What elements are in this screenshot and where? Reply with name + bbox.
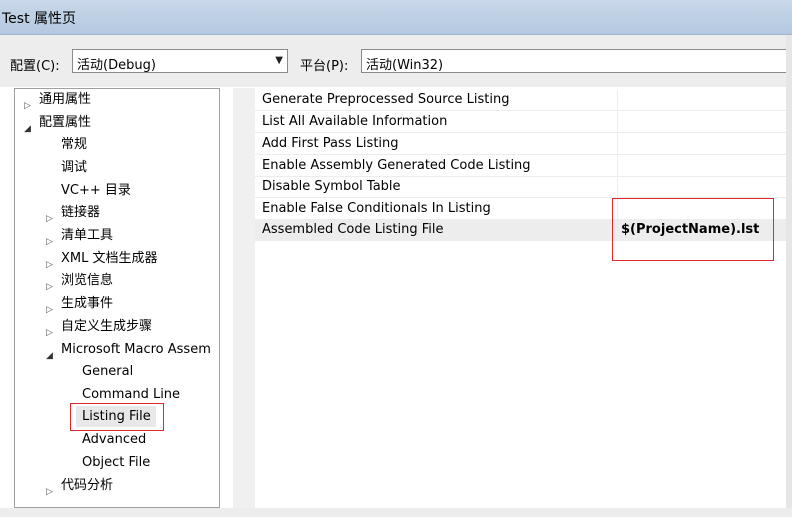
window-right-edge — [786, 35, 792, 517]
expand-arrow-icon[interactable]: ▷ — [24, 96, 31, 117]
column-separator — [617, 155, 618, 177]
column-separator — [617, 133, 618, 155]
tree-item-label: 配置属性 — [39, 115, 92, 130]
tree-item-label: Listing File — [82, 409, 151, 424]
expand-arrow-icon[interactable]: ▷ — [46, 277, 53, 298]
config-label: 配置(C): — [10, 59, 60, 74]
property-name: Enable False Conditionals In Listing — [262, 201, 491, 216]
config-dropdown[interactable]: 活动(Debug) ▼ — [72, 49, 288, 73]
tree-item-label: XML 文档生成器 — [61, 251, 158, 266]
tree-item-label: 常规 — [61, 137, 88, 152]
tree-item-label: 调试 — [61, 160, 88, 175]
property-row[interactable]: Add First Pass Listing — [255, 133, 792, 155]
expand-arrow-icon[interactable]: ▷ — [46, 482, 53, 503]
property-name: List All Available Information — [262, 114, 448, 129]
property-name: Generate Preprocessed Source Listing — [262, 92, 510, 107]
tree-item-label: 生成事件 — [61, 296, 114, 311]
platform-dropdown[interactable]: 活动(Win32) — [361, 49, 792, 73]
tree-item-label: Advanced — [82, 432, 147, 447]
tree-item-vc-directories[interactable]: VC++ 目录 — [61, 180, 131, 201]
tree-item-label: 自定义生成步骤 — [61, 319, 153, 334]
expand-arrow-icon[interactable]: ▷ — [46, 255, 53, 276]
tree-item-masm-advanced[interactable]: Advanced — [82, 429, 146, 450]
title-bar: Test 属性页 — [0, 0, 792, 35]
window-bottom-edge — [0, 508, 792, 517]
tree-item-label: 通用属性 — [39, 92, 92, 107]
property-row[interactable]: Enable Assembly Generated Code Listing — [255, 155, 792, 177]
property-row[interactable]: Disable Symbol Table — [255, 176, 792, 198]
tree-item-label: 链接器 — [61, 205, 101, 220]
tree-item-masm-listing-file[interactable]: Listing File — [82, 406, 151, 427]
collapse-arrow-icon[interactable]: ◢ — [24, 119, 31, 140]
collapse-arrow-icon[interactable]: ◢ — [46, 346, 53, 360]
property-row[interactable]: List All Available Information — [255, 111, 792, 133]
column-separator — [617, 111, 618, 133]
property-name: Add First Pass Listing — [262, 136, 399, 151]
platform-dropdown-value: 活动(Win32) — [366, 58, 444, 73]
expand-arrow-icon[interactable]: ▷ — [46, 300, 53, 321]
tree-item-masm[interactable]: ◢ Microsoft Macro Assem — [46, 339, 220, 360]
property-name: Enable Assembly Generated Code Listing — [262, 158, 531, 173]
property-name: Disable Symbol Table — [262, 179, 401, 194]
platform-label: 平台(P): — [300, 59, 349, 74]
expand-arrow-icon[interactable]: ▷ — [46, 209, 53, 230]
tree-item-label: Object File — [82, 455, 151, 470]
column-separator — [617, 89, 618, 111]
tree-item-masm-command-line[interactable]: Command Line — [82, 384, 180, 405]
config-toolbar: 配置(C): 活动(Debug) ▼ 平台(P): 活动(Win32) — [0, 35, 792, 87]
tree-item-masm-general[interactable]: General — [82, 361, 133, 382]
tree-item-masm-object-file[interactable]: Object File — [82, 452, 150, 473]
tree-item-debugging[interactable]: 调试 — [61, 157, 87, 178]
tree-item-label: VC++ 目录 — [61, 183, 131, 198]
tree-item-label: Microsoft Macro Assem — [61, 342, 211, 357]
expand-arrow-icon[interactable]: ▷ — [46, 232, 53, 253]
property-row[interactable]: Generate Preprocessed Source Listing — [255, 89, 792, 111]
config-dropdown-value: 活动(Debug) — [77, 58, 156, 73]
tree-item-label: 浏览信息 — [61, 273, 114, 288]
property-grid-gutter — [233, 88, 255, 508]
chevron-down-icon: ▼ — [275, 55, 283, 66]
tree-item-label: 代码分析 — [61, 478, 114, 493]
window-title: Test 属性页 — [2, 11, 77, 27]
column-separator — [617, 176, 618, 198]
tree-item-general-cn[interactable]: 常规 — [61, 134, 87, 155]
value-annotation-box — [612, 198, 774, 261]
property-name: Assembled Code Listing File — [262, 222, 444, 237]
tree-item-label: General — [82, 364, 134, 379]
tree-item-label: 清单工具 — [61, 228, 114, 243]
tree-item-label: Command Line — [82, 387, 181, 402]
